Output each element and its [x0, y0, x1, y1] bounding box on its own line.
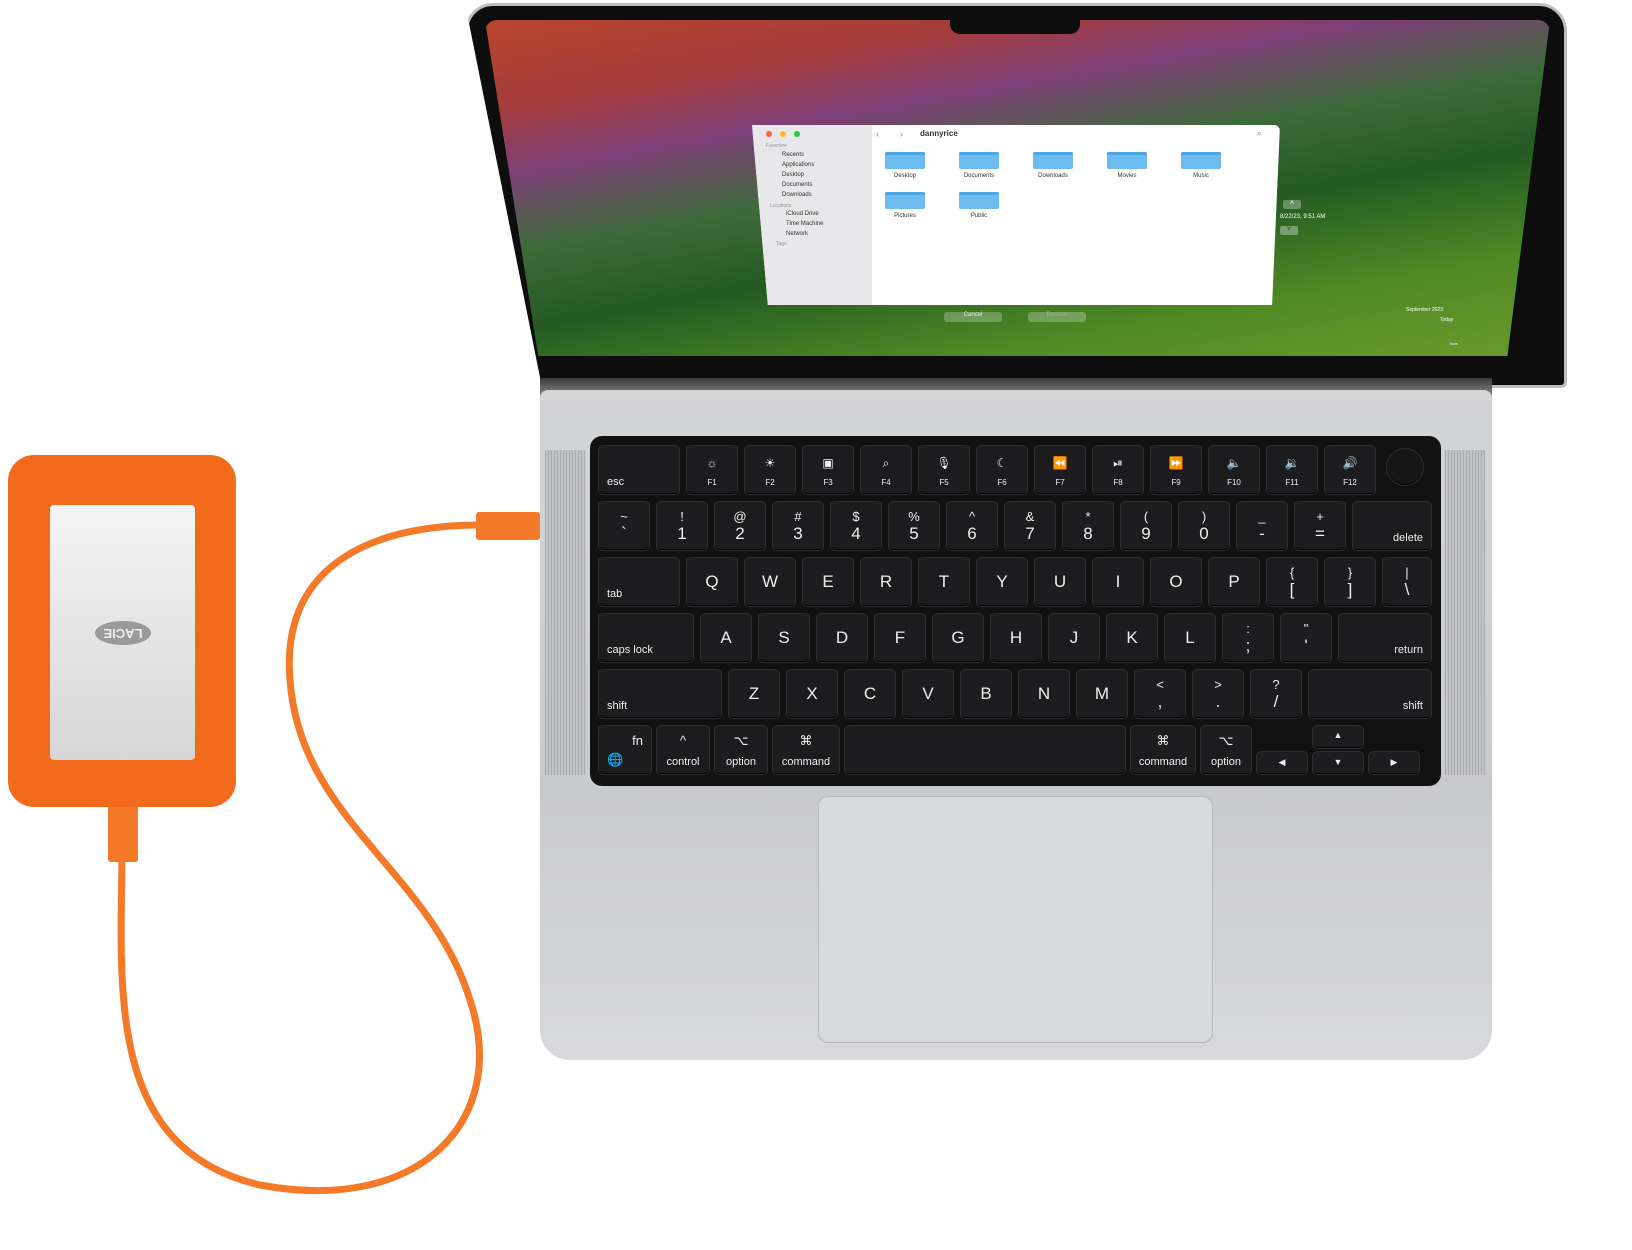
usb-cable — [108, 512, 540, 1194]
drive-connector — [108, 800, 138, 862]
usb-c-connector — [476, 512, 540, 540]
lacie-logo: LACIE — [95, 621, 151, 645]
